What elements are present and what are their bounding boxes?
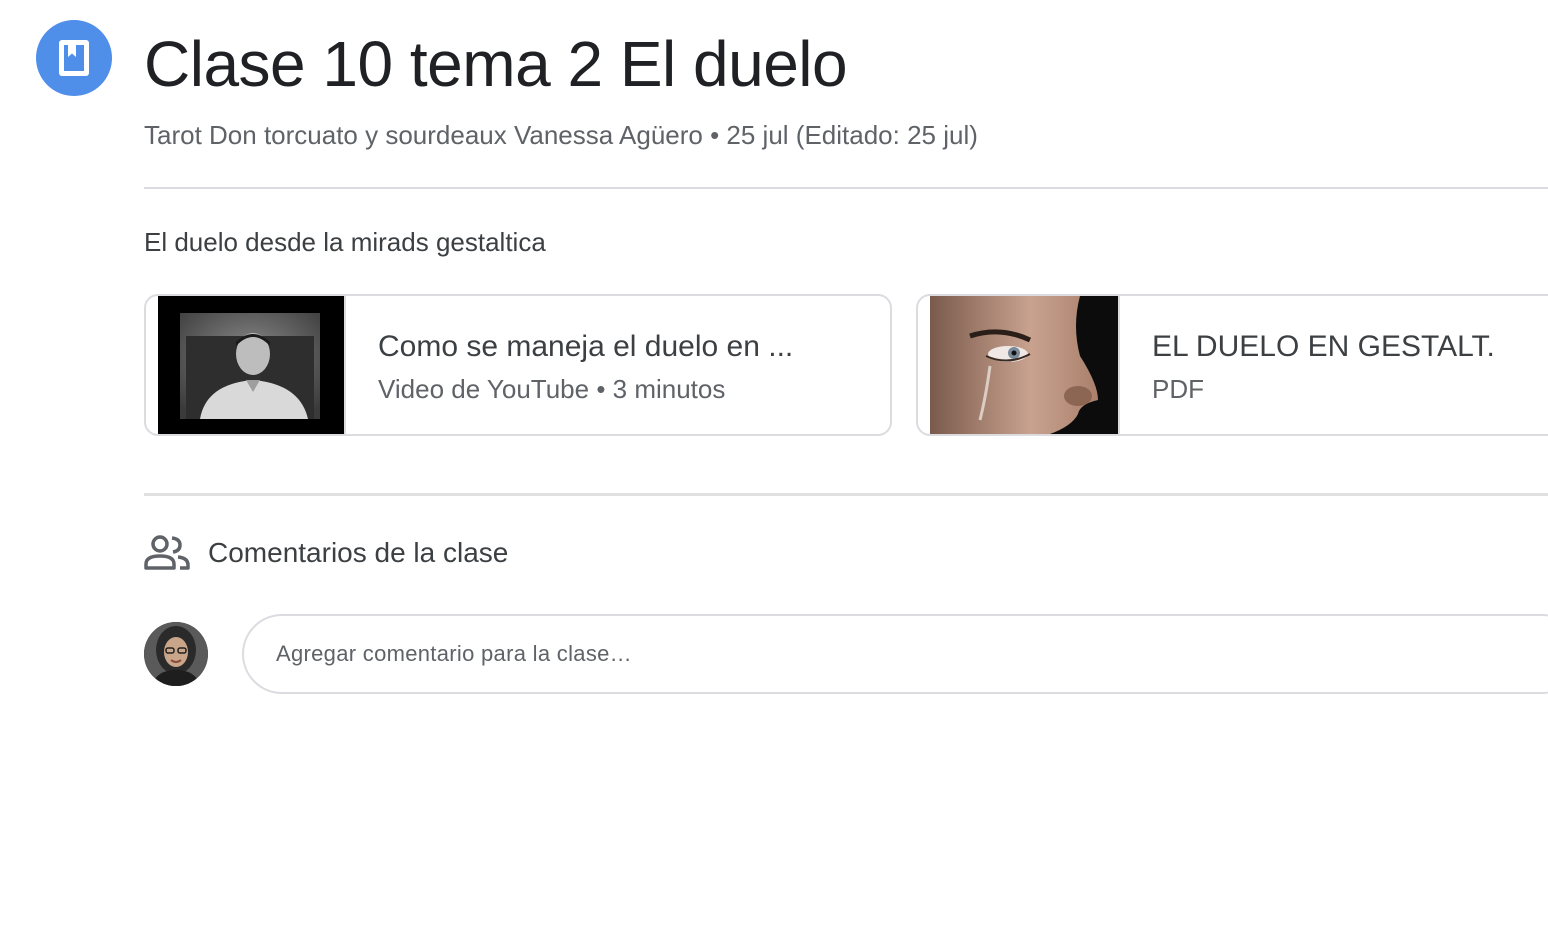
video-thumbnail [158, 296, 346, 434]
comments-header-label: Comentarios de la clase [208, 537, 509, 568]
attachment-youtube-video[interactable]: Como se maneja el duelo en ... Video de … [144, 294, 892, 436]
attachment-pdf[interactable]: EL DUELO EN GESTALT. PDF [916, 294, 1548, 436]
attachment-title[interactable]: EL DUELO EN GESTALT. [1152, 328, 1495, 366]
bookmark-book-icon [59, 40, 89, 76]
attachment-text: EL DUELO EN GESTALT. PDF [1120, 296, 1495, 434]
post-meta: Tarot Don torcuato y sourdeaux Vanessa A… [144, 120, 978, 150]
class-comments-header: Comentarios de la clase [144, 534, 508, 572]
post-description: El duelo desde la mirads gestaltica [144, 227, 546, 257]
class-material-page: Clase 10 tema 2 El duelo Tarot Don torcu… [0, 0, 1548, 938]
divider [144, 187, 1548, 189]
avatar [144, 622, 208, 686]
pdf-thumbnail [930, 296, 1120, 434]
attachment-subtitle: Video de YouTube • 3 minutos [378, 374, 726, 404]
divider [144, 493, 1548, 496]
attachment-title[interactable]: Como se maneja el duelo en ... [378, 328, 793, 366]
page-title: Clase 10 tema 2 El duelo [144, 28, 848, 100]
class-comment-input[interactable] [242, 614, 1548, 694]
people-icon [144, 535, 190, 570]
material-icon [36, 20, 112, 96]
attachment-subtitle: PDF [1152, 374, 1204, 404]
attachment-text: Como se maneja el duelo en ... Video de … [346, 296, 793, 434]
